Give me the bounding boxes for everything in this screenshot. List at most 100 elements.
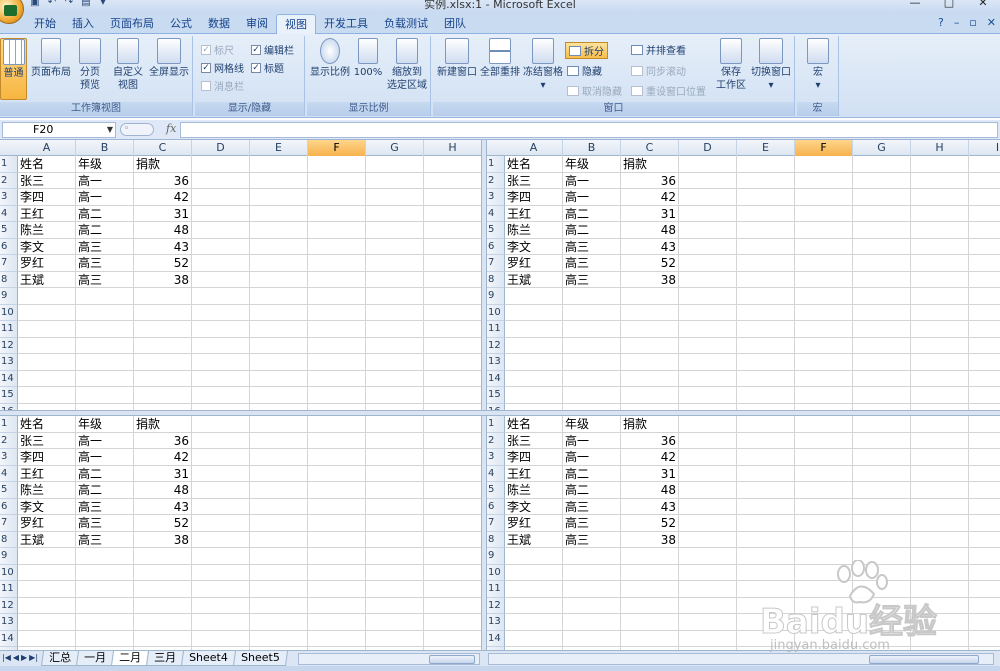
cell[interactable] [424,354,481,371]
cell[interactable] [134,614,192,631]
cell[interactable] [969,581,1000,598]
cell[interactable] [911,205,969,222]
cell[interactable] [366,432,424,449]
zoom-button[interactable]: 显示比例 [309,38,351,79]
sheet-tab-4[interactable]: Sheet4 [180,651,236,666]
cell[interactable] [853,370,911,387]
cell[interactable] [911,498,969,515]
cell[interactable] [424,288,481,305]
cell[interactable] [250,531,308,548]
cell[interactable] [192,531,250,548]
column-header-E[interactable]: E [737,140,795,156]
cell[interactable] [563,630,621,647]
cell[interactable] [911,304,969,321]
cell[interactable]: 48 [621,222,679,239]
row-header[interactable]: 7 [0,255,18,272]
cell[interactable]: 42 [134,189,192,206]
cell[interactable] [424,222,481,239]
cell[interactable] [192,337,250,354]
ribbon-restore-icon[interactable]: ▫ [969,16,976,29]
column-header-G[interactable]: G [853,140,911,156]
cell[interactable] [250,597,308,614]
cell[interactable] [366,548,424,565]
cell[interactable] [76,387,134,404]
cell[interactable] [366,416,424,433]
cell[interactable] [563,304,621,321]
cell[interactable] [969,173,1000,189]
row-header[interactable]: 9 [0,548,18,565]
cell[interactable] [563,548,621,565]
cell[interactable] [505,597,563,614]
cell[interactable] [308,498,366,515]
cell[interactable] [250,337,308,354]
cell[interactable] [679,465,737,482]
row-header[interactable]: 3 [0,189,18,206]
cell[interactable] [424,338,481,354]
cell[interactable] [250,172,308,189]
cell[interactable] [424,532,481,548]
cell[interactable] [969,548,1000,565]
cell[interactable] [679,416,737,433]
cell[interactable]: 38 [134,271,192,288]
cell[interactable] [192,465,250,482]
cell[interactable] [18,354,76,371]
cell[interactable] [737,337,795,354]
cell[interactable] [795,482,853,499]
normal-view-button[interactable]: 普通 [0,38,27,100]
cell[interactable] [737,238,795,255]
save-icon[interactable]: ▣ [28,0,42,9]
cell[interactable] [250,288,308,305]
cell[interactable]: 48 [134,482,192,499]
split-button[interactable]: 拆分 [565,42,608,59]
cell[interactable] [563,614,621,631]
cell[interactable]: 38 [621,271,679,288]
cell[interactable] [18,337,76,354]
cell[interactable] [853,337,911,354]
cell[interactable] [679,172,737,189]
tab-5[interactable]: 审阅 [238,14,276,34]
cell[interactable] [192,156,250,173]
row-header[interactable]: 13 [487,614,505,631]
cell[interactable] [911,515,969,532]
cell[interactable] [424,482,481,499]
cell[interactable] [563,337,621,354]
cell[interactable] [795,581,853,598]
switch-windows-button[interactable]: 切换窗口 ▾ [749,38,793,92]
cell[interactable] [795,321,853,338]
tab-9[interactable]: 团队 [436,14,474,34]
cell[interactable]: 王斌 [505,271,563,288]
cell[interactable] [192,564,250,581]
cell[interactable] [366,189,424,206]
cell[interactable] [969,614,1000,631]
cell[interactable] [366,337,424,354]
freeze-panes-button[interactable]: 冻结窗格 ▾ [523,38,563,92]
cell[interactable] [795,597,853,614]
cell[interactable] [18,288,76,305]
cell[interactable] [737,271,795,288]
row-header[interactable]: 3 [487,189,505,206]
column-header-H[interactable]: H [911,140,969,156]
cell[interactable]: 王斌 [18,271,76,288]
cell[interactable]: 31 [134,205,192,222]
cell[interactable] [250,432,308,449]
row-header[interactable]: 11 [487,581,505,598]
cell[interactable]: 捐款 [621,416,679,433]
cell[interactable] [911,531,969,548]
vertical-split-bar[interactable] [481,140,487,665]
cell[interactable] [853,630,911,647]
cell[interactable] [366,581,424,598]
cell[interactable]: 张三 [505,172,563,189]
cell[interactable]: 36 [621,432,679,449]
cell[interactable] [969,565,1000,581]
cell[interactable]: 陈兰 [18,222,76,239]
cell[interactable] [679,432,737,449]
cell[interactable] [795,370,853,387]
cell[interactable] [308,597,366,614]
cell[interactable] [308,515,366,532]
row-header[interactable]: 10 [0,564,18,581]
cell[interactable] [969,305,1000,321]
cell[interactable]: 年级 [76,416,134,433]
cell[interactable] [563,370,621,387]
cell[interactable] [366,304,424,321]
cell[interactable] [737,531,795,548]
